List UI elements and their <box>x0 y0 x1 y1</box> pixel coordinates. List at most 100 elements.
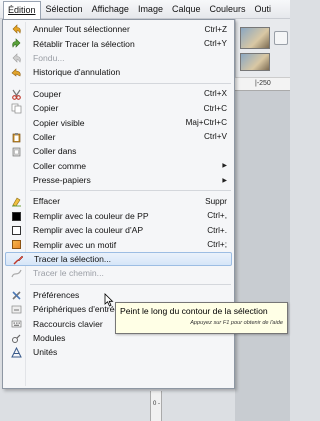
menu-item-history[interactable]: Historique d'annulation <box>4 65 233 79</box>
menu-item-shortcut: Suppr <box>205 196 227 206</box>
menu-image[interactable]: Image <box>134 1 167 18</box>
menu-item-shortcut: Ctrl+Z <box>204 24 227 34</box>
tooltip-help: Appuyez sur F1 pour obtenir de l'aide <box>190 320 283 326</box>
paste-into-icon <box>11 146 22 157</box>
menu-image-label: Image <box>137 3 163 14</box>
menu-item-paste-as[interactable]: Coller comme ▶ <box>4 159 233 173</box>
menu-item-fade[interactable]: Fondu... <box>4 51 233 65</box>
menu-item-fill-pattern[interactable]: Remplir avec un motif Ctrl+; <box>4 237 233 251</box>
units-icon <box>11 347 22 358</box>
menu-item-undo[interactable]: Annuler Tout sélectionner Ctrl+Z <box>4 22 233 36</box>
menu-item-label: Effacer <box>33 196 61 207</box>
menu-item-fill-bg[interactable]: Remplir avec la couleur d'AP Ctrl+. <box>4 223 233 237</box>
menu-selection[interactable]: Sélection <box>42 1 87 18</box>
redo-icon <box>11 38 22 49</box>
menu-item-label: Coller comme <box>33 160 87 171</box>
fill-pattern-icon <box>11 239 22 250</box>
canvas-area[interactable] <box>235 91 290 421</box>
submenu-arrow-icon: ▶ <box>222 163 227 170</box>
menu-affichage[interactable]: Affichage <box>88 1 133 18</box>
menu-item-label: Couper <box>33 88 62 99</box>
undo-icon <box>11 24 22 35</box>
modules-icon <box>11 333 22 344</box>
menu-item-shortcut: Ctrl+X <box>204 89 227 99</box>
menu-item-label: Modules <box>33 333 66 343</box>
menu-item-shortcut: Ctrl+C <box>203 103 227 113</box>
close-image-icon[interactable] <box>274 31 288 45</box>
menu-item-label: Rétablir Tracer la sélection <box>33 38 135 49</box>
menu-item-shortcut: Ctrl+V <box>204 132 227 142</box>
menu-item-label: Tracer la sélection... <box>34 254 112 265</box>
menu-item-preferences[interactable]: Préférences <box>4 288 233 302</box>
menu-selection-label: Sélection <box>45 3 83 14</box>
menu-item-label: Unités <box>33 347 58 358</box>
menu-item-redo[interactable]: Rétablir Tracer la sélection Ctrl+Y <box>4 36 233 50</box>
tooltip-text: Peint le long du contour de la sélection <box>120 306 268 316</box>
tooltip: Peint le long du contour de la sélection… <box>115 302 288 334</box>
menu-item-stroke-selection[interactable]: Tracer la sélection... <box>5 251 232 267</box>
menu-item-label: Copier <box>33 103 59 114</box>
paste-icon <box>11 132 22 143</box>
keyboard-icon <box>11 318 22 329</box>
menu-item-label: Remplir avec la couleur d'AP <box>33 225 144 236</box>
fade-icon <box>11 53 22 64</box>
menu-item-label: Presse-papiers <box>33 175 91 186</box>
input-devices-icon <box>11 304 22 315</box>
vertical-ruler: 0 - <box>150 391 162 421</box>
menu-item-paste-into[interactable]: Coller dans <box>4 144 233 158</box>
image-thumbnail[interactable] <box>240 27 270 49</box>
image-thumbnail-2[interactable] <box>240 53 270 71</box>
menu-calque-label: Calque <box>171 3 201 14</box>
fill-bg-swatch <box>12 226 21 236</box>
stroke-path-icon <box>11 268 22 279</box>
menu-item-shortcut: Maj+Ctrl+C <box>185 118 227 128</box>
menu-edition-label: Édition <box>8 4 36 15</box>
vruler-label: 0 - <box>153 401 161 407</box>
menu-item-label: Tracer le chemin... <box>33 268 104 279</box>
menu-item-label: Remplir avec un motif <box>33 239 117 250</box>
menubar: Édition Sélection Affichage Image Calque… <box>0 0 290 19</box>
preferences-icon <box>11 290 22 301</box>
menu-item-label: Remplir avec la couleur de PP <box>33 210 149 221</box>
menu-item-units[interactable]: Unités <box>4 345 233 359</box>
menu-item-shortcut: Ctrl+. <box>207 225 227 235</box>
menu-outils-label: Outi <box>254 3 272 14</box>
menu-separator <box>30 82 231 84</box>
menu-item-shortcut: Ctrl+, <box>207 211 227 221</box>
menu-separator <box>30 283 231 285</box>
ruler-label: |-250 <box>255 80 271 87</box>
menu-separator <box>30 190 231 192</box>
menu-item-copy[interactable]: Copier Ctrl+C <box>4 101 233 115</box>
menu-couleurs-label: Couleurs <box>209 3 246 14</box>
menu-item-label: Fondu... <box>33 52 65 63</box>
menu-outils[interactable]: Outi <box>251 1 276 18</box>
menu-item-cut[interactable]: Couper Ctrl+X <box>4 87 233 101</box>
menu-item-label: Historique d'annulation <box>33 67 121 78</box>
fill-pattern-swatch <box>12 240 21 250</box>
cut-icon <box>11 89 22 100</box>
menu-item-label: Préférences <box>33 289 80 300</box>
history-icon <box>11 67 22 78</box>
mouse-cursor-icon <box>104 293 116 307</box>
menu-item-clipboard[interactable]: Presse-papiers ▶ <box>4 173 233 187</box>
menu-item-stroke-path[interactable]: Tracer le chemin... <box>4 266 233 280</box>
menu-affichage-label: Affichage <box>91 3 129 14</box>
menu-item-fill-fg[interactable]: Remplir avec la couleur de PP Ctrl+, <box>4 209 233 223</box>
stroke-selection-icon <box>13 255 24 266</box>
menu-item-clear[interactable]: Effacer Suppr <box>4 194 233 208</box>
copy-icon <box>11 103 22 114</box>
menu-calque[interactable]: Calque <box>168 1 205 18</box>
menu-item-label: Copier visible <box>33 117 85 128</box>
menu-item-shortcut: Ctrl+Y <box>204 39 227 49</box>
menu-item-label: Coller <box>33 131 56 142</box>
background-toolbar <box>235 19 290 77</box>
menu-couleurs[interactable]: Couleurs <box>205 1 249 18</box>
menu-item-paste[interactable]: Coller Ctrl+V <box>4 130 233 144</box>
menu-item-label: Coller dans <box>33 146 77 157</box>
fill-bg-icon <box>11 225 22 236</box>
clear-icon <box>11 196 22 207</box>
menu-item-copy-visible[interactable]: Copier visible Maj+Ctrl+C <box>4 115 233 129</box>
submenu-arrow-icon: ▶ <box>222 177 227 184</box>
menu-item-label: Annuler Tout sélectionner <box>33 24 130 35</box>
menu-edition[interactable]: Édition <box>3 0 41 19</box>
